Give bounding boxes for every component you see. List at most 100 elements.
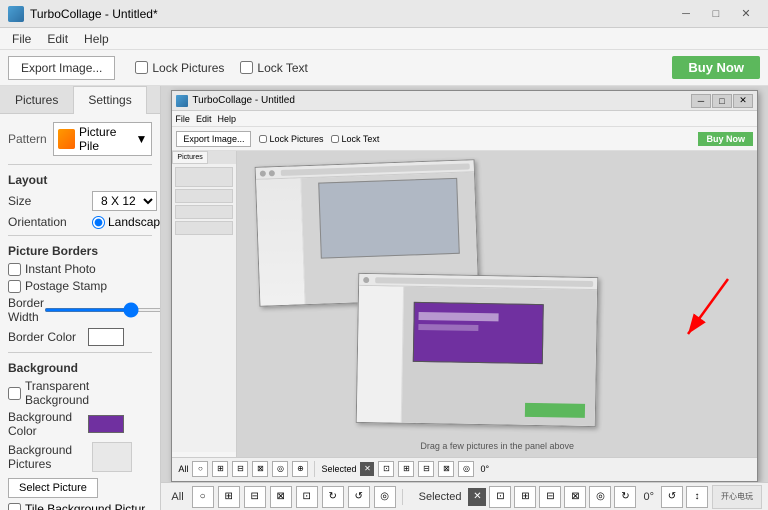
pattern-row: Pattern Picture Pile ▼	[8, 122, 152, 156]
tab-settings[interactable]: Settings	[73, 86, 146, 114]
inner-all-btn-2[interactable]: ⊞	[212, 461, 228, 477]
all-grid2-btn[interactable]: ⊟	[244, 486, 266, 508]
lock-text-label[interactable]: Lock Text	[240, 61, 307, 75]
menu-edit[interactable]: Edit	[39, 30, 76, 48]
inner-lock-pictures[interactable]: Lock Pictures	[259, 134, 323, 144]
inner-sel-btn-1[interactable]: ⊡	[378, 461, 394, 477]
ss2-main	[402, 287, 597, 426]
landscape-label[interactable]: Landscape	[92, 215, 161, 229]
lock-text-checkbox[interactable]	[240, 61, 253, 74]
inner-close[interactable]: ✕	[733, 94, 753, 108]
canvas-area: TurboCollage - Untitled ─ □ ✕ File Edit …	[161, 86, 768, 482]
inner-panel-placeholder-1	[175, 167, 233, 187]
drag-hint: Drag a few pictures in the panel above	[420, 441, 574, 451]
sel-btn-8[interactable]: ↕	[686, 486, 708, 508]
sel-btn-5[interactable]: ◎	[589, 486, 611, 508]
sel-btn-7[interactable]: ↺	[661, 486, 683, 508]
tile-label[interactable]: Tile Background Pictur	[25, 502, 145, 510]
main-layout: Pictures Settings Text Pattern Picture P…	[0, 86, 768, 510]
menu-help[interactable]: Help	[76, 30, 117, 48]
transparent-bg-label[interactable]: Transparent Background	[25, 379, 152, 407]
inner-menu-edit[interactable]: Edit	[196, 114, 212, 124]
sel-btn-1[interactable]: ⊡	[489, 486, 511, 508]
all-flip-btn[interactable]: ↺	[348, 486, 370, 508]
inner-panel-placeholder-3	[175, 205, 233, 219]
tab-text[interactable]: Text	[147, 86, 162, 113]
inner-export-button[interactable]: Export Image...	[176, 131, 251, 147]
inner-all-btn-5[interactable]: ◎	[272, 461, 288, 477]
inner-maximize[interactable]: □	[712, 94, 732, 108]
export-button[interactable]: Export Image...	[8, 56, 115, 80]
inner-tab-pictures[interactable]: Pictures	[172, 151, 207, 164]
inner-all-btn-4[interactable]: ⊠	[252, 461, 268, 477]
inner-all-btn-6[interactable]: ⊕	[292, 461, 308, 477]
all-rotate-btn[interactable]: ↻	[322, 486, 344, 508]
inner-buy-button[interactable]: Buy Now	[698, 132, 753, 146]
inner-sel-btn-3[interactable]: ⊟	[418, 461, 434, 477]
border-width-slider[interactable]	[44, 308, 161, 312]
background-picture-thumb	[92, 442, 132, 472]
menu-bar: File Edit Help	[0, 28, 768, 50]
close-button[interactable]: ✕	[732, 4, 760, 24]
all-grid-btn[interactable]: ⊞	[218, 486, 240, 508]
postage-stamp-label[interactable]: Postage Stamp	[25, 279, 107, 293]
tab-bar: Pictures Settings Text	[0, 86, 160, 114]
menu-file[interactable]: File	[4, 30, 39, 48]
pattern-dropdown-icon: ▼	[136, 132, 148, 146]
buy-button[interactable]: Buy Now	[672, 56, 760, 79]
inner-window: TurboCollage - Untitled ─ □ ✕ File Edit …	[171, 90, 758, 482]
postage-stamp-row: Postage Stamp	[8, 279, 152, 293]
postage-stamp-checkbox[interactable]	[8, 280, 21, 293]
instant-photo-label[interactable]: Instant Photo	[25, 262, 96, 276]
ss1-content-block	[319, 178, 460, 258]
watermark-logo: 开心电玩	[712, 485, 762, 509]
pattern-select[interactable]: Picture Pile ▼	[53, 122, 153, 156]
all-fit-btn[interactable]: ⊡	[296, 486, 318, 508]
instant-photo-checkbox[interactable]	[8, 263, 21, 276]
ss2-sidebar	[357, 286, 404, 423]
transparent-bg-checkbox[interactable]	[8, 387, 21, 400]
inner-all-btn-1[interactable]: ○	[192, 461, 208, 477]
inner-minimize[interactable]: ─	[691, 94, 711, 108]
lock-pictures-label[interactable]: Lock Pictures	[135, 61, 224, 75]
tab-pictures[interactable]: Pictures	[0, 86, 73, 113]
inner-left-panel: Pictures	[172, 151, 237, 457]
sel-btn-6[interactable]: ↻	[614, 486, 636, 508]
picture-borders-title: Picture Borders	[8, 244, 152, 258]
pattern-label: Pattern	[8, 132, 47, 146]
landscape-text: Landscape	[108, 215, 161, 229]
inner-sel-btn-2[interactable]: ⊞	[398, 461, 414, 477]
lock-pictures-checkbox[interactable]	[135, 61, 148, 74]
sel-btn-3[interactable]: ⊟	[539, 486, 561, 508]
border-color-label: Border Color	[8, 330, 88, 344]
inner-toolbar: Export Image... Lock Pictures Lock Text …	[172, 127, 757, 151]
inner-lock-text[interactable]: Lock Text	[331, 134, 379, 144]
sel-btn-4[interactable]: ⊠	[564, 486, 586, 508]
inner-menu-help[interactable]: Help	[217, 114, 236, 124]
all-zoom-btn[interactable]: ◎	[374, 486, 396, 508]
window-title: TurboCollage - Untitled*	[30, 7, 158, 21]
inner-checks: Lock Pictures Lock Text	[259, 134, 379, 144]
inner-sel-btn-5[interactable]: ◎	[458, 461, 474, 477]
minimize-button[interactable]: ─	[672, 4, 700, 24]
background-color-swatch[interactable]	[88, 415, 124, 433]
border-width-label: Border Width	[8, 296, 44, 324]
inner-sel-btn-4[interactable]: ⊠	[438, 461, 454, 477]
landscape-radio[interactable]	[92, 216, 105, 229]
orientation-row: Orientation Landscape Portrait	[8, 215, 152, 229]
all-crop-btn[interactable]: ⊠	[270, 486, 292, 508]
sel-btn-2[interactable]: ⊞	[514, 486, 536, 508]
maximize-button[interactable]: □	[702, 4, 730, 24]
inner-all-btn-3[interactable]: ⊟	[232, 461, 248, 477]
inner-title-bar: TurboCollage - Untitled ─ □ ✕	[172, 91, 757, 111]
size-select[interactable]: 8 X 12 4 X 6 5 X 7	[92, 191, 157, 211]
all-circle-btn[interactable]: ○	[192, 486, 214, 508]
border-color-swatch[interactable]	[88, 328, 124, 346]
inner-menu-file[interactable]: File	[175, 114, 190, 124]
selected-x-button[interactable]: ✕	[468, 488, 486, 506]
tile-checkbox[interactable]	[8, 503, 21, 510]
inner-selected-x-btn[interactable]: ✕	[360, 462, 374, 476]
border-color-row: Border Color	[8, 328, 152, 346]
select-picture-button[interactable]: Select Picture	[8, 478, 98, 498]
separator-1	[402, 489, 403, 505]
